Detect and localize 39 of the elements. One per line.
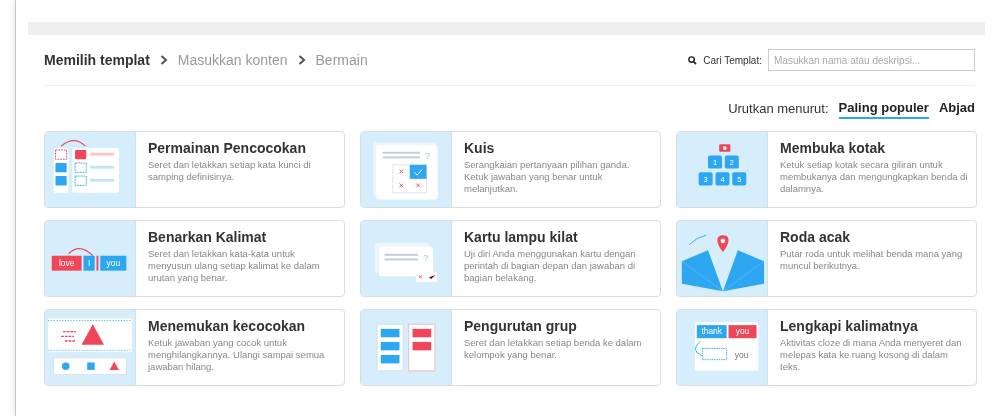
template-description: Putar roda untuk melihat benda mana yang muncul berikutnya. (780, 248, 964, 272)
template-title: Kartu lampu kilat (464, 229, 579, 245)
template-card[interactable]: Permainan Pencocokan Seret dan letakkan setiap kata kunci di samping definisinya. (44, 131, 345, 208)
chevron-right-icon (159, 55, 168, 65)
template-description: Uji diri Anda menggunakan kartu dengan perintah di bagian depan dan jawaban di bagian belakang. (464, 248, 637, 284)
template-card[interactable]: Menemukan kecocokan Ketuk jawaban yang cocok untuk menghilangkannya. Ulangi sampai semua jawaban hilang. (44, 309, 345, 386)
template-card[interactable]: 1 2 3 4 5 Membuka kotak Ketuk setiap kotak secara giliran untuk membukanya dan mengungkapkan benda di dalamnya. (676, 131, 977, 208)
template-card[interactable]: Roda acak Putar roda untuk melihat benda mana yang muncul berikutnya. (676, 220, 977, 297)
template-description: Serangkaian pertanyaan pilihan ganda. Ketuk jawaban yang benar untuk melanjutkan. (464, 159, 631, 195)
boxes-illustration-drawing: 1 2 3 4 5 (680, 134, 764, 205)
template-title: Membuka kotak (780, 140, 887, 156)
search-label: Cari Templat: (703, 54, 762, 66)
template-description: Aktivitas cloze di mana Anda menyeret dan melepas kata ke ruang kosong di dalam teks. (780, 337, 963, 373)
template-title: Benarkan Kalimat (148, 229, 268, 245)
sort-tab[interactable]: Paling populer (838, 98, 929, 119)
template-card[interactable]: thank you you Lengkapi kalimatnya Aktivitas cloze di mana Anda menyeret dan melepas kata ke ruang kosong di dalam teks. (676, 309, 977, 386)
template-card[interactable]: love I you Benarkan Kalimat Seret dan letakkan kata-kata untuk menyusun ulang setiap kalimat ke dalam urutan yang benar. (44, 220, 345, 297)
template-card[interactable]: ? Kartu lampu kilat Uji diri Anda menggunakan kartu dengan perintah di bagian depan dan jawaban di bagian belakang. (360, 220, 661, 297)
sentence-illustration-drawing: love I you (48, 223, 132, 294)
flashcard-illustration-drawing: ? (364, 223, 448, 294)
breadcrumb-step[interactable]: Memilih templat (44, 52, 150, 68)
template-title: Pengurutan grup (464, 318, 578, 334)
template-title: Menemukan kecocokan (148, 318, 307, 334)
search-icon (688, 55, 698, 65)
template-description: Ketuk jawaban yang cocok untuk menghilangkannya. Ulangi sampai semua jawaban hilang. (148, 337, 326, 373)
template-title: Lengkapi kalimatnya (780, 318, 919, 334)
chevron-right-icon (297, 55, 306, 65)
template-description: Seret dan letakkan setiap benda ke dalam kelompok yang benar. (464, 337, 643, 361)
template-title: Roda acak (780, 229, 852, 245)
template-title: Permainan Pencocokan (148, 140, 307, 156)
template-description: Ketuk setiap kotak secara giliran untuk membukanya dan mengungkapkan benda di dalamnya. (780, 159, 968, 195)
search-field[interactable]: Masukkan nama atau deskripsi... (768, 49, 975, 71)
sort-tab[interactable]: Abjad (938, 98, 975, 119)
template-card[interactable]: ? Kuis Serangkaian pertanyaan pilihan ganda. Ketuk jawaban yang benar untuk melanjutkan. (360, 131, 661, 208)
template-card[interactable]: Pengurutan grup Seret dan letakkan setiap benda ke dalam kelompok yang benar. (360, 309, 661, 386)
template-description: Seret dan letakkan kata-kata untuk menyusun ulang setiap kalimat ke dalam urutan yang benar. (148, 248, 321, 284)
sort-label: Urutkan menurut: (728, 101, 829, 116)
template-title: Kuis (464, 140, 496, 156)
template-description: Seret dan letakkan setiap kata kunci di samping definisinya. (148, 159, 312, 183)
